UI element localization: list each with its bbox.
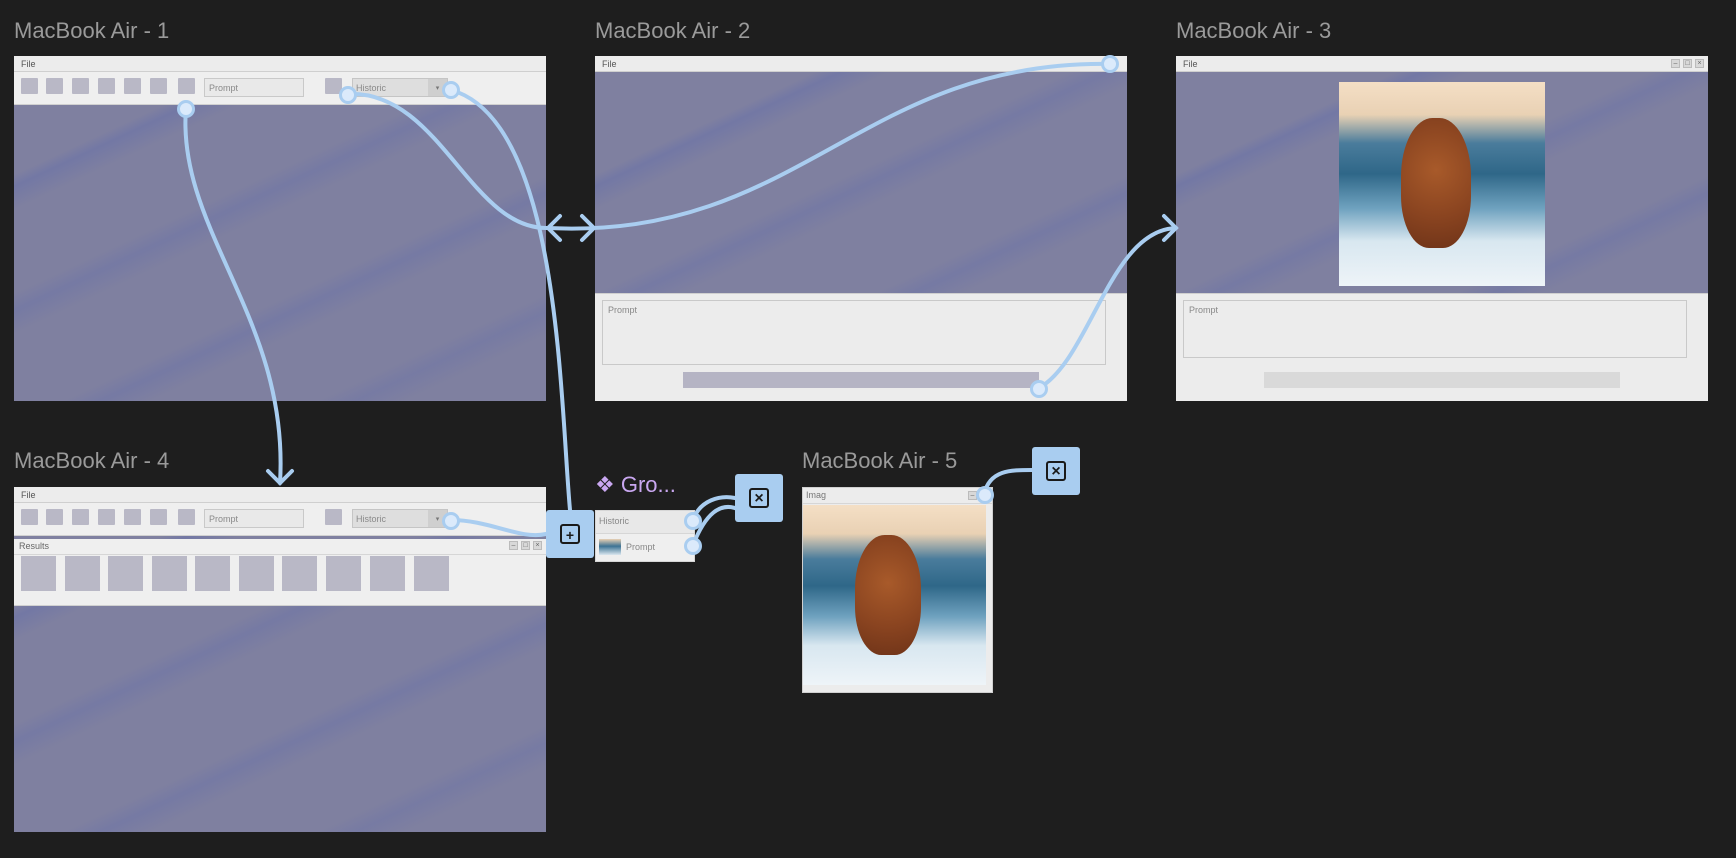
menu-file[interactable]: File [595, 56, 1127, 72]
progress-bar [1264, 372, 1620, 388]
frame-title-4[interactable]: MacBook Air - 4 [14, 448, 169, 474]
minimize-icon[interactable]: – [1671, 59, 1680, 68]
window-controls: – □ × [1671, 59, 1704, 68]
result-thumbnail[interactable] [152, 556, 187, 591]
maximize-icon[interactable]: □ [521, 541, 530, 550]
tool-button[interactable] [150, 78, 167, 94]
close-node[interactable]: × [735, 474, 783, 522]
component-diamond-icon: ❖ [595, 472, 615, 497]
arrowhead [266, 469, 294, 486]
frame-2[interactable]: File Prompt [595, 56, 1127, 401]
result-thumbnail[interactable] [414, 556, 449, 591]
prompt-textarea[interactable]: Prompt [1183, 300, 1687, 358]
tool-button[interactable] [21, 78, 38, 94]
prompt-textarea[interactable]: Prompt [602, 300, 1106, 365]
arrowhead [580, 214, 597, 242]
connector-handle[interactable] [976, 486, 994, 504]
tool-button[interactable] [98, 78, 115, 94]
frame-title-3[interactable]: MacBook Air - 3 [1176, 18, 1331, 44]
dog-photo [803, 505, 986, 685]
connector-handle[interactable] [442, 81, 460, 99]
toolbar: Prompt Historic ▾ [14, 72, 546, 105]
group-panel[interactable]: Historic Prompt [595, 510, 695, 562]
group-title[interactable]: ❖ Gro... [595, 472, 676, 498]
arrowhead [1162, 214, 1179, 242]
tool-button[interactable] [46, 78, 63, 94]
connector-handle[interactable] [684, 537, 702, 555]
dog-thumbnail [599, 539, 621, 555]
frame-title-1[interactable]: MacBook Air - 1 [14, 18, 169, 44]
tool-button[interactable] [46, 509, 63, 525]
results-title: Results [19, 541, 50, 551]
frame-4[interactable]: File Prompt Historic ▾ Results – □ × [14, 487, 546, 832]
result-thumbnail[interactable] [108, 556, 143, 591]
group-row-prompt[interactable]: Prompt [596, 535, 694, 559]
tool-button[interactable] [178, 78, 195, 94]
minimize-icon[interactable]: – [509, 541, 518, 550]
result-thumbnail[interactable] [326, 556, 361, 591]
window-controls: – □ × [509, 541, 542, 550]
result-thumbnail[interactable] [65, 556, 100, 591]
divider [14, 554, 546, 555]
results-panel: Results – □ × [14, 539, 546, 606]
frame-1[interactable]: File Prompt Historic ▾ [14, 56, 546, 401]
historic-value: Historic [356, 83, 387, 93]
historic-value: Historic [356, 514, 387, 524]
prompt-input[interactable]: Prompt [204, 509, 304, 528]
arrowhead [545, 214, 562, 242]
dog-photo [1339, 82, 1545, 286]
historic-select[interactable]: Historic ▾ [352, 509, 448, 528]
result-thumbnail[interactable] [21, 556, 56, 591]
close-square-icon: × [1046, 461, 1066, 481]
tool-button[interactable] [325, 509, 342, 525]
menu-file[interactable]: File [1176, 56, 1708, 72]
tool-button[interactable] [98, 509, 115, 525]
menu-file[interactable]: File [14, 56, 546, 72]
connector-handle[interactable] [339, 86, 357, 104]
progress-bar [683, 372, 1039, 388]
connector-handle[interactable] [442, 512, 460, 530]
maximize-icon[interactable]: □ [1683, 59, 1692, 68]
add-frame-icon: + [560, 524, 580, 544]
group-row-historic[interactable]: Historic [596, 511, 694, 534]
tool-button[interactable] [72, 509, 89, 525]
menu-file[interactable]: File [14, 487, 546, 503]
tool-button[interactable] [124, 509, 141, 525]
connector-handle[interactable] [1101, 55, 1119, 73]
frame-5[interactable]: Imag – □ [802, 487, 993, 693]
bottom-panel: Prompt [1176, 293, 1708, 401]
tool-button[interactable] [21, 509, 38, 525]
close-icon[interactable]: × [1695, 59, 1704, 68]
tool-button[interactable] [150, 509, 167, 525]
connector-handle[interactable] [177, 100, 195, 118]
result-thumbnail[interactable] [370, 556, 405, 591]
add-frame-node[interactable]: + [546, 510, 594, 558]
dog-figure [855, 535, 921, 655]
tool-button[interactable] [72, 78, 89, 94]
tool-button[interactable] [178, 509, 195, 525]
close-node[interactable]: × [1032, 447, 1080, 495]
result-thumbnail[interactable] [195, 556, 230, 591]
group-row-label: Historic [599, 516, 630, 526]
connector-handle[interactable] [1030, 380, 1048, 398]
connector-handle[interactable] [684, 512, 702, 530]
progress-fill [683, 372, 1039, 388]
result-thumbnail[interactable] [282, 556, 317, 591]
frame-title-5[interactable]: MacBook Air - 5 [802, 448, 957, 474]
prompt-input[interactable]: Prompt [204, 78, 304, 97]
close-icon[interactable]: × [533, 541, 542, 550]
dog-figure [1401, 118, 1471, 248]
close-square-icon: × [749, 488, 769, 508]
frame-3[interactable]: File – □ × Prompt [1176, 56, 1708, 401]
group-row-label: Prompt [626, 542, 656, 552]
historic-select[interactable]: Historic ▾ [352, 78, 448, 97]
frame-title-2[interactable]: MacBook Air - 2 [595, 18, 750, 44]
image-window-title: Imag [803, 488, 992, 504]
result-thumbnail[interactable] [239, 556, 274, 591]
toolbar: Prompt Historic ▾ [14, 503, 546, 536]
group-title-text: Gro... [620, 472, 676, 497]
tool-button[interactable] [124, 78, 141, 94]
